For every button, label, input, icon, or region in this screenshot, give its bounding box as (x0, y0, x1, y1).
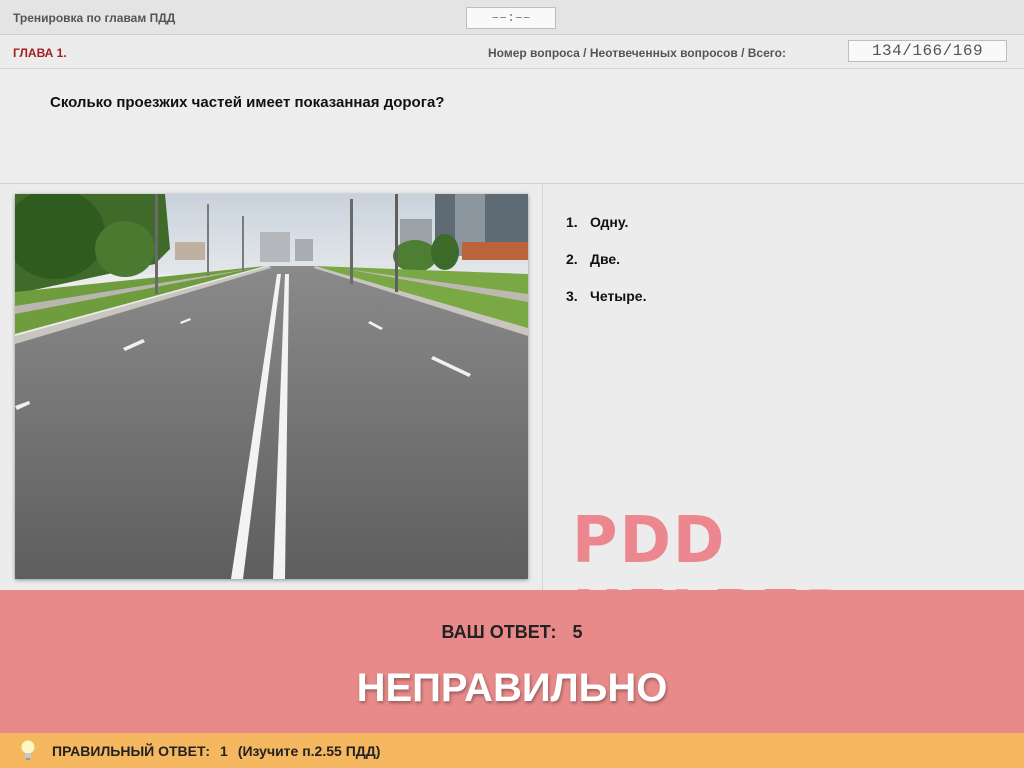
correct-answer-value: 1 (220, 743, 228, 759)
content-area: 1.Одну. 2.Две. 3.Четыре. PDD HELPER (0, 184, 1024, 652)
timer-display: ––:–– (466, 7, 556, 29)
answer-list: 1. Одну. 2. Две. 3. Четыре. (566, 214, 646, 325)
correct-answer-label: ПРАВИЛЬНЫЙ ОТВЕТ: (52, 743, 211, 759)
verdict-text: НЕПРАВИЛЬНО (356, 666, 668, 710)
lightbulb-icon (19, 739, 37, 766)
answer-option-3[interactable]: 3. Четыре. (566, 288, 646, 304)
answer-option-2[interactable]: 2. Две. (566, 251, 646, 267)
correct-answer-text: ПРАВИЛЬНЫЙ ОТВЕТ: 1 (Изучите п.2.55 ПДД) (52, 743, 390, 759)
road-photo (15, 194, 528, 579)
question-counter-label: Номер вопроса / Неотвеченных вопросов / … (488, 46, 786, 60)
correct-answer-bar: ПРАВИЛЬНЫЙ ОТВЕТ: 1 (Изучите п.2.55 ПДД) (0, 733, 1024, 768)
study-rule-note: (Изучите п.2.55 ПДД) (237, 743, 381, 759)
question-image-panel (0, 184, 543, 590)
app-title: Тренировка по главам ПДД (13, 11, 176, 25)
top-bar: Тренировка по главам ПДД ––:–– (0, 0, 1024, 35)
answer-option-1[interactable]: 1. Одну. (566, 214, 646, 230)
question-area: Сколько проезжих частей имеет показанная… (0, 69, 1024, 184)
your-answer-label: ВАШ ОТВЕТ: (441, 622, 557, 642)
answer-option-label: Две. (590, 251, 621, 267)
result-panel: ВАШ ОТВЕТ: 5 НЕПРАВИЛЬНО (0, 590, 1024, 733)
question-text: Сколько проезжих частей имеет показанная… (50, 94, 445, 111)
question-counter: 134/166/169 (848, 40, 1007, 62)
answer-option-label: Четыре. (590, 288, 647, 304)
your-answer: ВАШ ОТВЕТ: 5 (0, 622, 1024, 643)
chapter-label: ГЛАВА 1. (13, 46, 67, 60)
answer-option-label: Одну. (590, 214, 629, 230)
chapter-bar: ГЛАВА 1. Номер вопроса / Неотвеченных во… (0, 35, 1024, 69)
your-answer-value: 5 (572, 622, 583, 642)
